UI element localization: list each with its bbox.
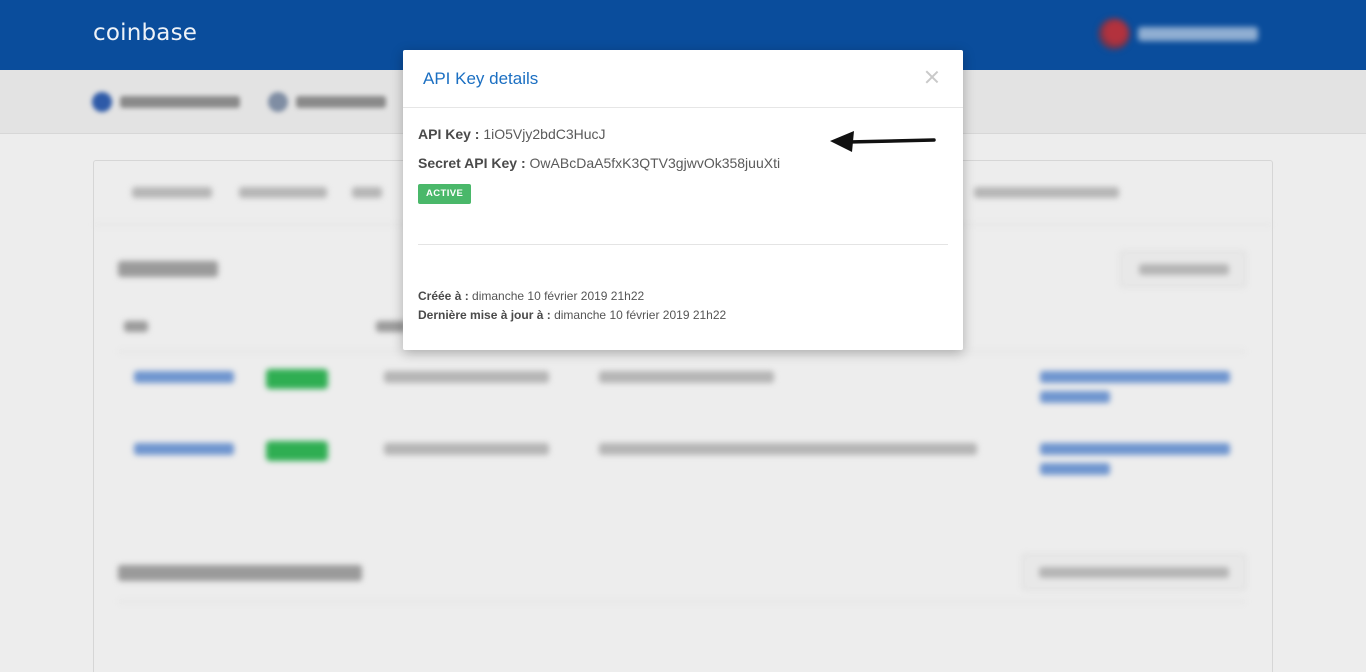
close-icon[interactable] bbox=[921, 66, 943, 88]
secret-key-value: OwABcDaA5fxK3QTV3gjwvOk358juuXti bbox=[529, 155, 781, 171]
api-key-value: 1iO5Vjy2bdC3HucJ bbox=[483, 126, 606, 142]
modal-header: API Key details bbox=[403, 50, 963, 108]
created-row: Créée à : dimanche 10 février 2019 21h22 bbox=[418, 289, 644, 303]
updated-value: dimanche 10 février 2019 21h22 bbox=[554, 308, 727, 322]
modal-divider bbox=[418, 244, 948, 245]
api-key-details-modal: API Key details API Key : 1iO5Vjy2bdC3Hu… bbox=[403, 50, 963, 350]
updated-row: Dernière mise à jour à : dimanche 10 fév… bbox=[418, 308, 726, 322]
created-value: dimanche 10 février 2019 21h22 bbox=[472, 289, 645, 303]
updated-label: Dernière mise à jour à : bbox=[418, 308, 551, 322]
status-badge: ACTIVE bbox=[418, 184, 472, 204]
secret-key-row: Secret API Key : OwABcDaA5fxK3QTV3gjwvOk… bbox=[418, 155, 780, 171]
modal-title: API Key details bbox=[423, 69, 539, 88]
api-key-label: API Key : bbox=[418, 126, 480, 142]
secret-key-label: Secret API Key : bbox=[418, 155, 526, 171]
created-label: Créée à : bbox=[418, 289, 469, 303]
api-key-row: API Key : 1iO5Vjy2bdC3HucJ bbox=[418, 126, 606, 142]
pointer-arrow-icon bbox=[830, 131, 936, 152]
